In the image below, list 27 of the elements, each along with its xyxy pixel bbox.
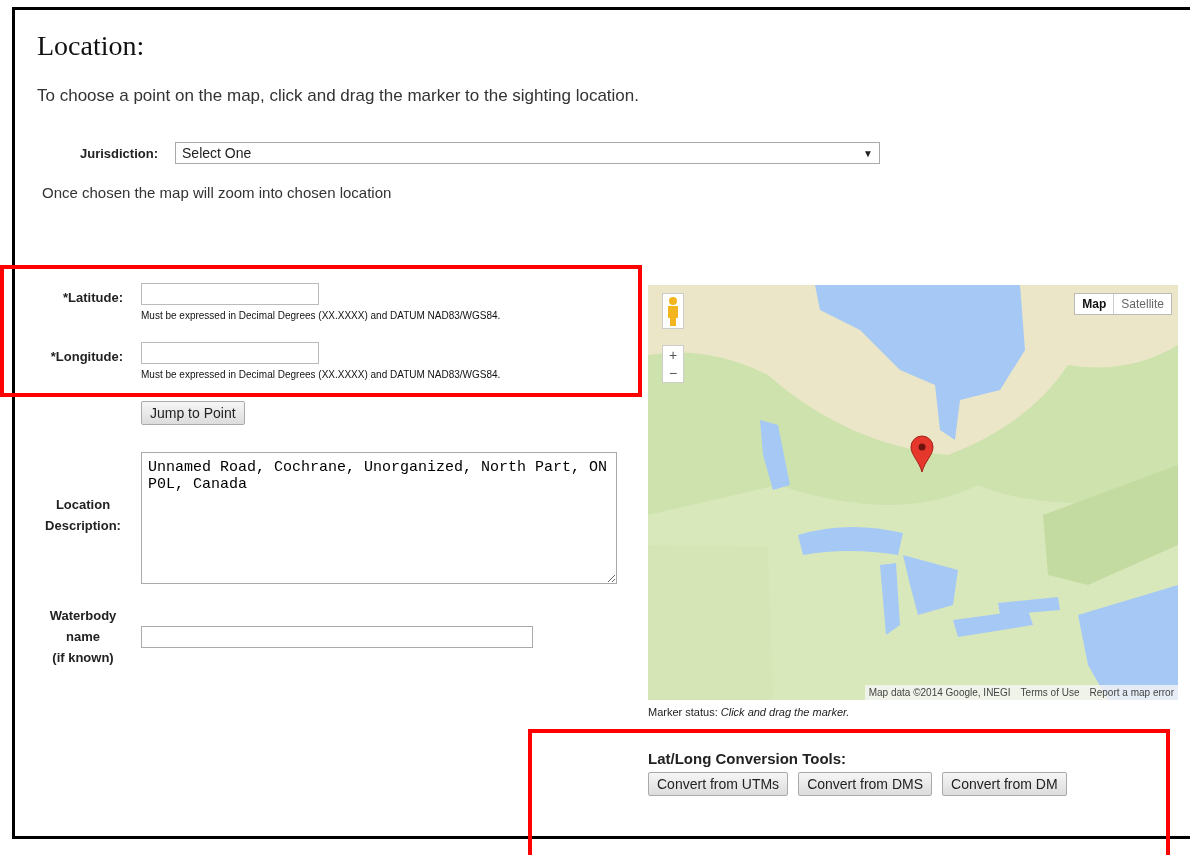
jurisdiction-note: Once chosen the map will zoom into chosen location [42, 184, 393, 201]
instruction-text: To choose a point on the map, click and drag the marker to the sighting location. [37, 86, 640, 106]
field-label: Location Description: [44, 496, 122, 535]
field-label: Waterbody name (if known) [48, 607, 118, 667]
description-textarea[interactable]: Unnamed Road, Cochrane, Unorganized, North Part, ON P0L, Canada [141, 452, 617, 584]
attribution-text[interactable]: Report a map error [1089, 687, 1174, 698]
convert-button[interactable]: Convert from UTMs [648, 772, 789, 796]
input-field[interactable] [141, 625, 533, 648]
field-label: *Latitude: [62, 289, 123, 307]
jurisdiction-dropdown[interactable]: Select One ▼ [175, 142, 880, 164]
input-field[interactable] [141, 342, 319, 364]
convert-button[interactable]: Convert from DMS [798, 772, 933, 796]
hint-text: Must be expressed in Decimal Degrees (XX.XXXX) and DATUM NAD83/WGS84. [141, 310, 501, 321]
hint-text: Must be expressed in Decimal Degrees (XX.XXXX) and DATUM NAD83/WGS84. [141, 369, 501, 380]
jurisdiction-label: Jurisdiction: [80, 145, 158, 161]
input-field[interactable] [141, 283, 319, 305]
jump-to-point-button[interactable]: Jump to Point [141, 401, 245, 425]
section-title: Location: [37, 30, 146, 62]
convert-button[interactable]: Convert from DM [942, 772, 1067, 796]
map-marker-icon[interactable] [910, 435, 934, 473]
attribution-text[interactable]: Map data ©2014 Google, INEGI [868, 687, 1011, 698]
field-label: *Longitude: [49, 348, 123, 366]
person-icon[interactable] [662, 293, 684, 329]
caret-icon: ▼ [863, 147, 873, 159]
marker-status-text: Marker status: Click and drag the marker. [648, 706, 851, 718]
attribution-text[interactable]: Terms of Use [1020, 687, 1080, 698]
conversion-title: Lat/Long Conversion Tools: [648, 750, 848, 767]
